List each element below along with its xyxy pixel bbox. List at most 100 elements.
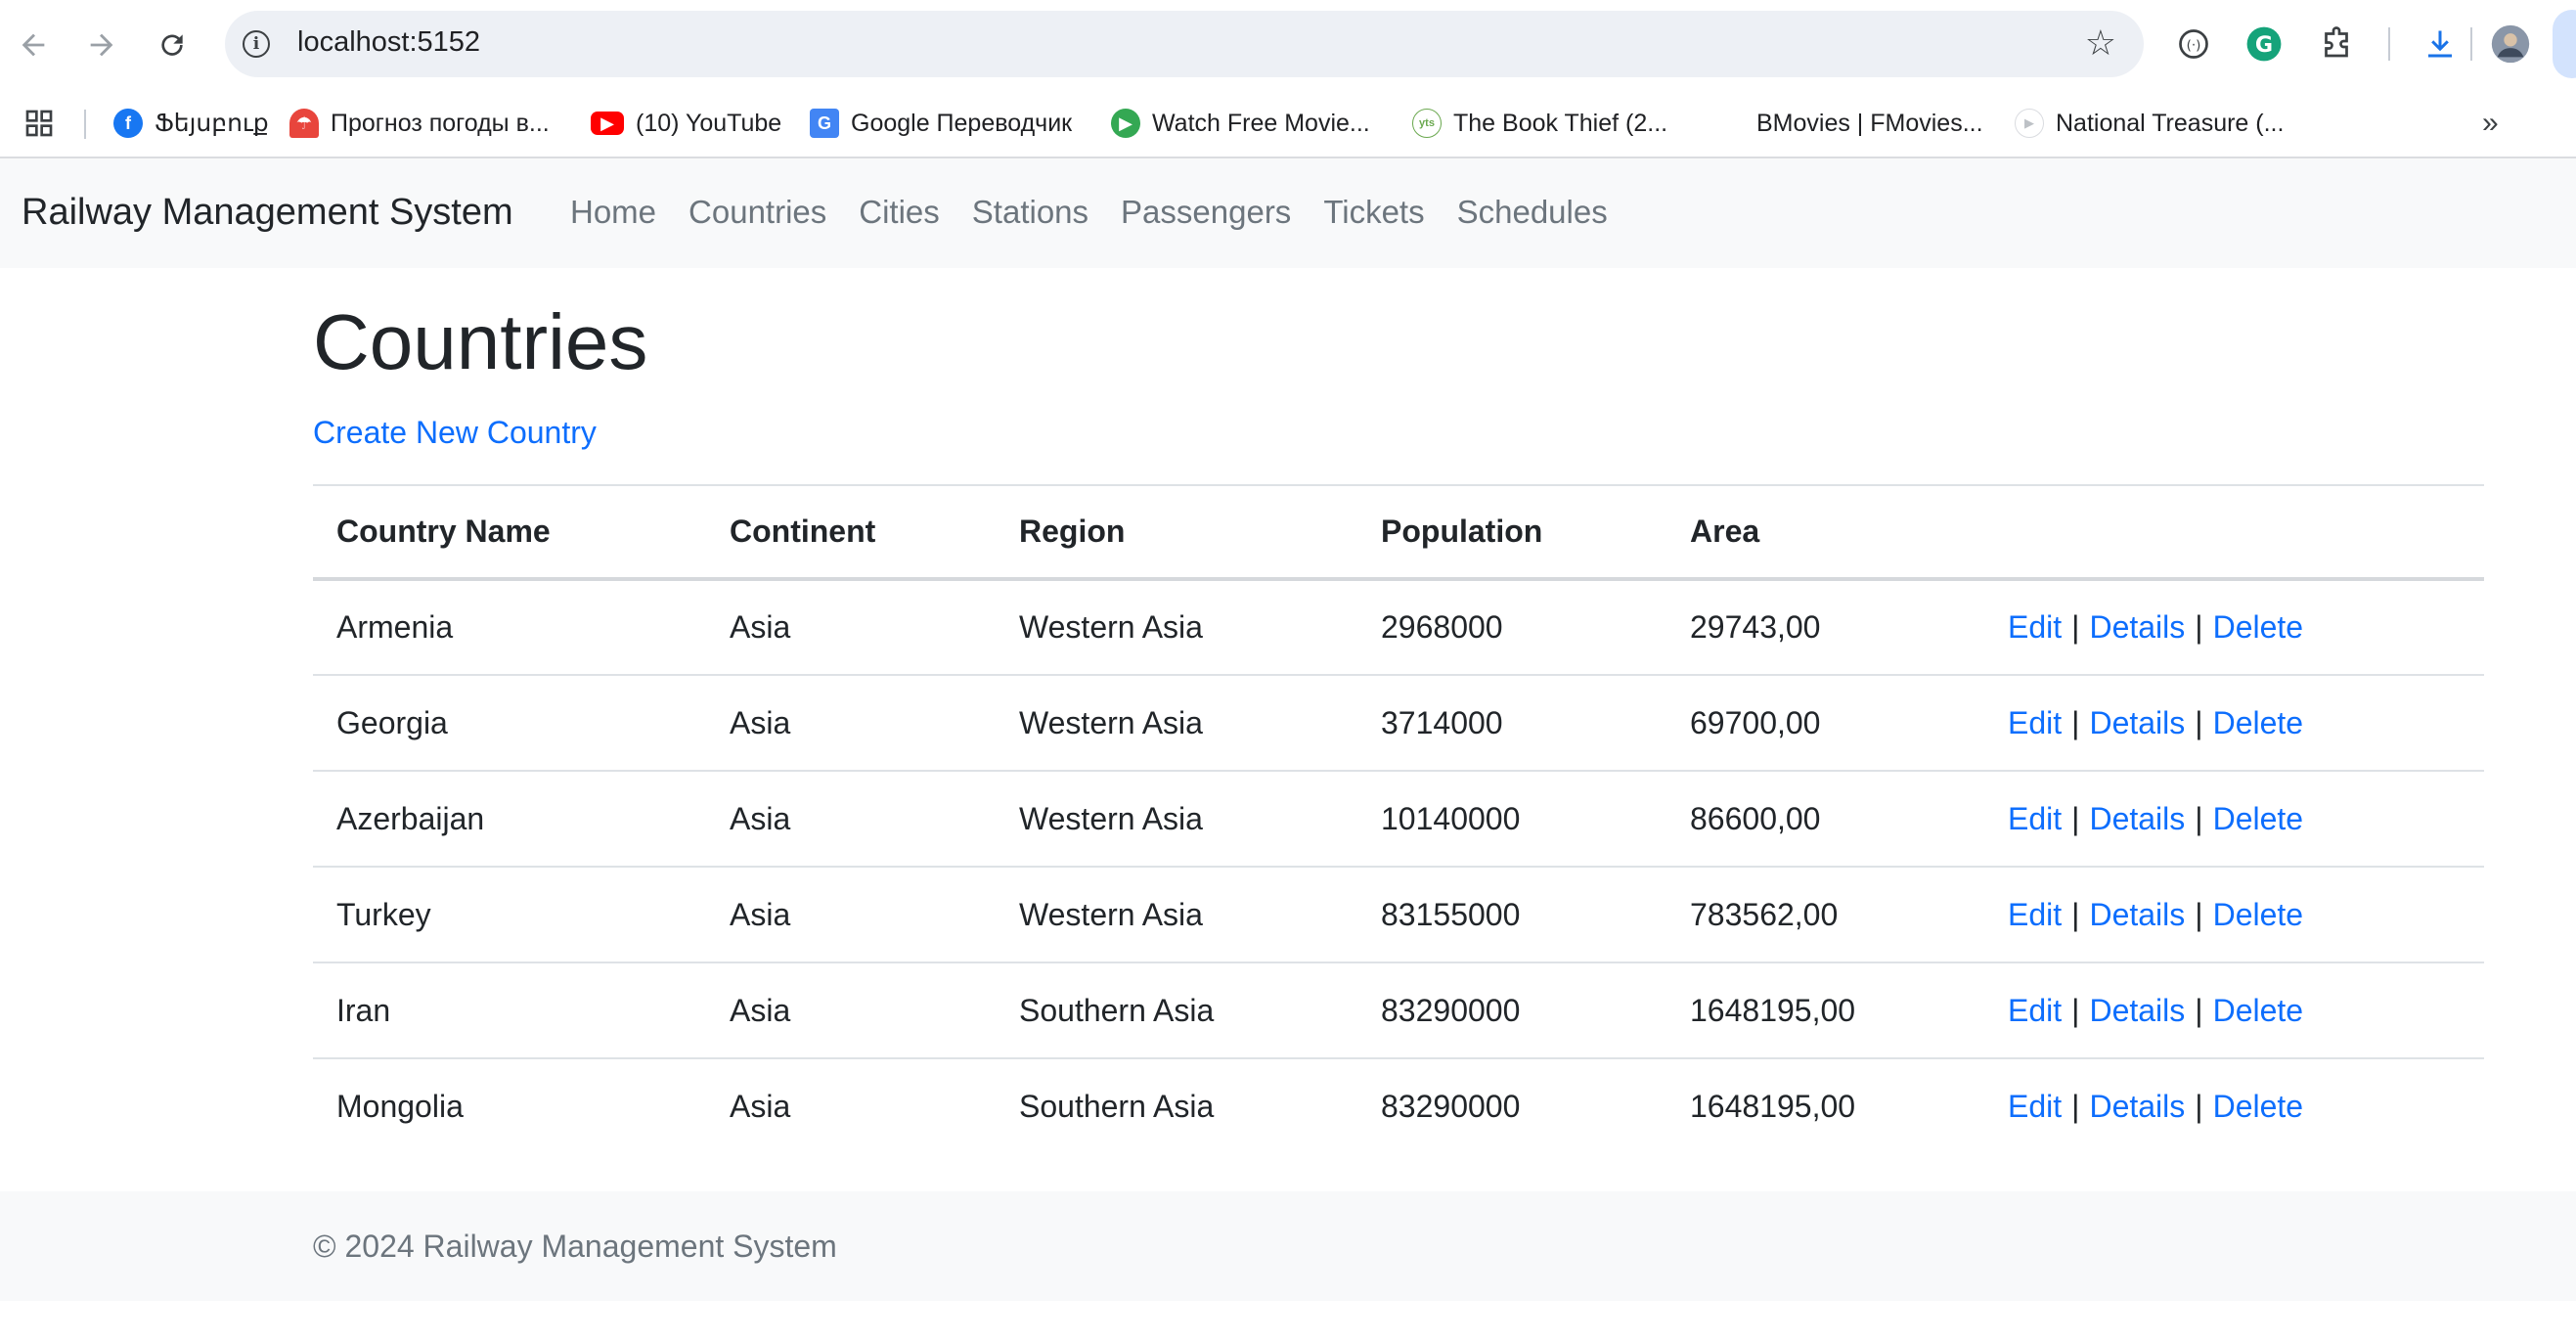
edit-link[interactable]: Edit (2008, 609, 2062, 645)
bookmark-google-translate[interactable]: G Google Переводчик (810, 106, 1072, 141)
continent-cell: Asia (730, 609, 791, 645)
svg-text:(·): (·) (2187, 37, 2201, 53)
table-row: Georgia Asia Western Asia 3714000 69700,00 Ed… (313, 675, 2484, 771)
nav-link-tickets[interactable]: Tickets (1323, 194, 1424, 231)
download-icon[interactable] (2418, 22, 2463, 67)
extension-icon[interactable]: (·) (2171, 22, 2216, 67)
action-separator: | (2071, 896, 2080, 932)
continent-cell: Asia (730, 1089, 791, 1124)
bookmark-weather[interactable]: ☂ Прогноз погоды в... (289, 106, 550, 141)
actions-cell: Edit | Details | Delete (1984, 771, 2484, 867)
youtube-icon: ▶ (591, 112, 624, 135)
action-separator: | (2071, 992, 2080, 1028)
play-icon: ▶ (1111, 109, 1140, 138)
nav-link-home[interactable]: Home (570, 194, 656, 231)
url-text: localhost:5152 (297, 26, 481, 58)
bookmark-book-thief[interactable]: yts The Book Thief (2... (1412, 106, 1667, 141)
actions-cell: Edit | Details | Delete (1984, 1058, 2484, 1154)
delete-link[interactable]: Delete (2213, 705, 2304, 740)
forward-arrow-icon[interactable] (78, 22, 125, 68)
bookmark-bmovies[interactable]: BMovies | FMovies... (1756, 106, 1983, 141)
action-separator: | (2195, 800, 2203, 836)
bookmark-label: Watch Free Movie... (1152, 109, 1370, 137)
browser-toolbar: i localhost:5152 ☆ (·) G (0, 0, 2576, 90)
chevron-double-right-icon[interactable]: » (2482, 106, 2499, 141)
column-header-country-name: Country Name (336, 514, 551, 549)
extensions-puzzle-icon[interactable] (2314, 22, 2359, 67)
actions-cell: Edit | Details | Delete (1984, 867, 2484, 962)
actions-cell: Edit | Details | Delete (1984, 579, 2484, 675)
details-link[interactable]: Details (2089, 993, 2185, 1028)
profile-pill[interactable] (2553, 10, 2576, 78)
action-separator: | (2071, 704, 2080, 740)
yts-icon: yts (1412, 109, 1442, 138)
table-row: Azerbaijan Asia Western Asia 10140000 86600,… (313, 771, 2484, 867)
continent-cell: Asia (730, 896, 791, 932)
nav-link-passengers[interactable]: Passengers (1121, 194, 1291, 231)
edit-link[interactable]: Edit (2008, 1089, 2062, 1124)
action-separator: | (2195, 1089, 2203, 1124)
bookmark-label: Прогноз погоды в... (331, 109, 550, 137)
translate-icon: G (810, 109, 839, 138)
site-navbar: Railway Management System Home Countries… (0, 158, 2576, 268)
country-name-cell: Turkey (336, 896, 431, 932)
create-new-country-link[interactable]: Create New Country (313, 415, 597, 451)
nav-link-cities[interactable]: Cities (859, 194, 940, 231)
edit-link[interactable]: Edit (2008, 801, 2062, 836)
grammarly-icon[interactable]: G (2242, 22, 2287, 67)
country-name-cell: Mongolia (336, 1089, 464, 1124)
delete-link[interactable]: Delete (2213, 993, 2304, 1028)
bookmark-national-treasure[interactable]: ▶ National Treasure (... (2015, 106, 2284, 141)
details-link[interactable]: Details (2089, 705, 2185, 740)
region-cell: Western Asia (1019, 704, 1203, 740)
facebook-icon: f (113, 109, 143, 138)
toolbar-divider (2470, 27, 2472, 61)
column-header-population: Population (1381, 514, 1543, 549)
bookmark-watch-free-movies[interactable]: ▶ Watch Free Movie... (1111, 106, 1370, 141)
area-cell: 86600,00 (1690, 800, 1821, 836)
edit-link[interactable]: Edit (2008, 897, 2062, 932)
actions-cell: Edit | Details | Delete (1984, 962, 2484, 1058)
bookmark-label: The Book Thief (2... (1453, 109, 1668, 137)
delete-link[interactable]: Delete (2213, 1089, 2304, 1124)
population-cell: 3714000 (1381, 704, 1503, 740)
population-cell: 83290000 (1381, 1089, 1521, 1124)
site-info-icon[interactable]: i (243, 30, 270, 58)
edit-link[interactable]: Edit (2008, 705, 2062, 740)
brand-link[interactable]: Railway Management System (22, 192, 513, 234)
region-cell: Western Asia (1019, 896, 1203, 932)
nav-link-countries[interactable]: Countries (688, 194, 826, 231)
column-header-continent: Continent (730, 514, 876, 549)
table-header-row: Country Name Continent Region Population… (313, 485, 2484, 579)
country-name-cell: Azerbaijan (336, 800, 485, 836)
delete-link[interactable]: Delete (2213, 897, 2304, 932)
play-icon: ▶ (2015, 109, 2044, 138)
bookmarks-bar: f Ֆեյսբուք ☂ Прогноз погоды в... ▶ (10) … (0, 90, 2576, 158)
footer-copyright: © 2024 Railway Management System (313, 1229, 837, 1264)
delete-link[interactable]: Delete (2213, 801, 2304, 836)
nav-link-stations[interactable]: Stations (972, 194, 1088, 231)
bookmark-star-icon[interactable]: ☆ (2085, 22, 2116, 64)
bookmark-label: (10) YouTube (636, 109, 782, 137)
details-link[interactable]: Details (2089, 897, 2185, 932)
page-title: Countries (313, 298, 648, 385)
nav-link-schedules[interactable]: Schedules (1457, 194, 1608, 231)
bookmark-label: Ֆեյսբուք (155, 110, 269, 137)
details-link[interactable]: Details (2089, 801, 2185, 836)
bookmark-youtube[interactable]: ▶ (10) YouTube (591, 106, 781, 141)
details-link[interactable]: Details (2089, 609, 2185, 645)
profile-avatar[interactable] (2488, 22, 2533, 67)
apps-grid-icon[interactable] (23, 106, 55, 141)
edit-link[interactable]: Edit (2008, 993, 2062, 1028)
back-arrow-icon[interactable] (10, 22, 57, 68)
continent-cell: Asia (730, 800, 791, 836)
bookmark-facebook[interactable]: f Ֆեյսբուք (113, 106, 269, 141)
svg-text:G: G (2255, 32, 2273, 58)
action-separator: | (2195, 704, 2203, 740)
address-bar[interactable]: i localhost:5152 ☆ (225, 11, 2144, 77)
action-separator: | (2071, 609, 2080, 645)
details-link[interactable]: Details (2089, 1089, 2185, 1124)
delete-link[interactable]: Delete (2213, 609, 2304, 645)
bookmark-label: National Treasure (... (2056, 109, 2285, 137)
reload-icon[interactable] (149, 22, 196, 68)
